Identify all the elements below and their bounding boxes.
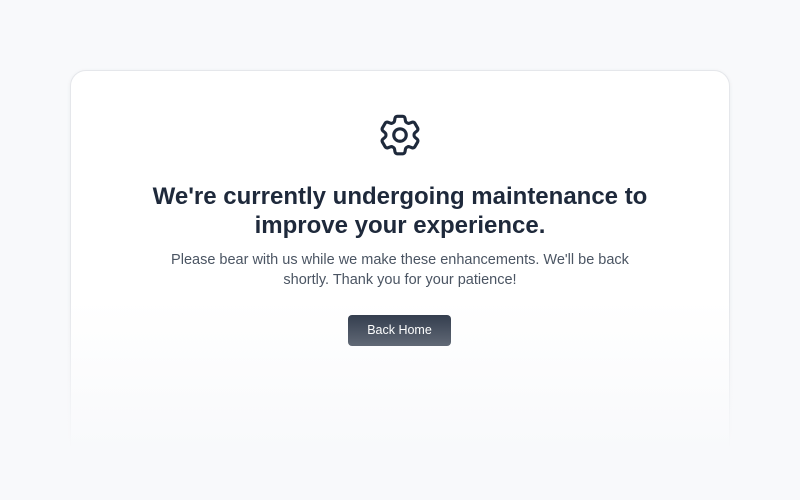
page-title: We're currently undergoing maintenance t…: [152, 183, 648, 239]
back-home-button[interactable]: Back Home: [348, 315, 451, 346]
maintenance-page: We're currently undergoing maintenance t…: [0, 0, 800, 500]
gear-icon: [375, 110, 425, 160]
maintenance-message: Please bear with us while we make these …: [171, 252, 629, 288]
